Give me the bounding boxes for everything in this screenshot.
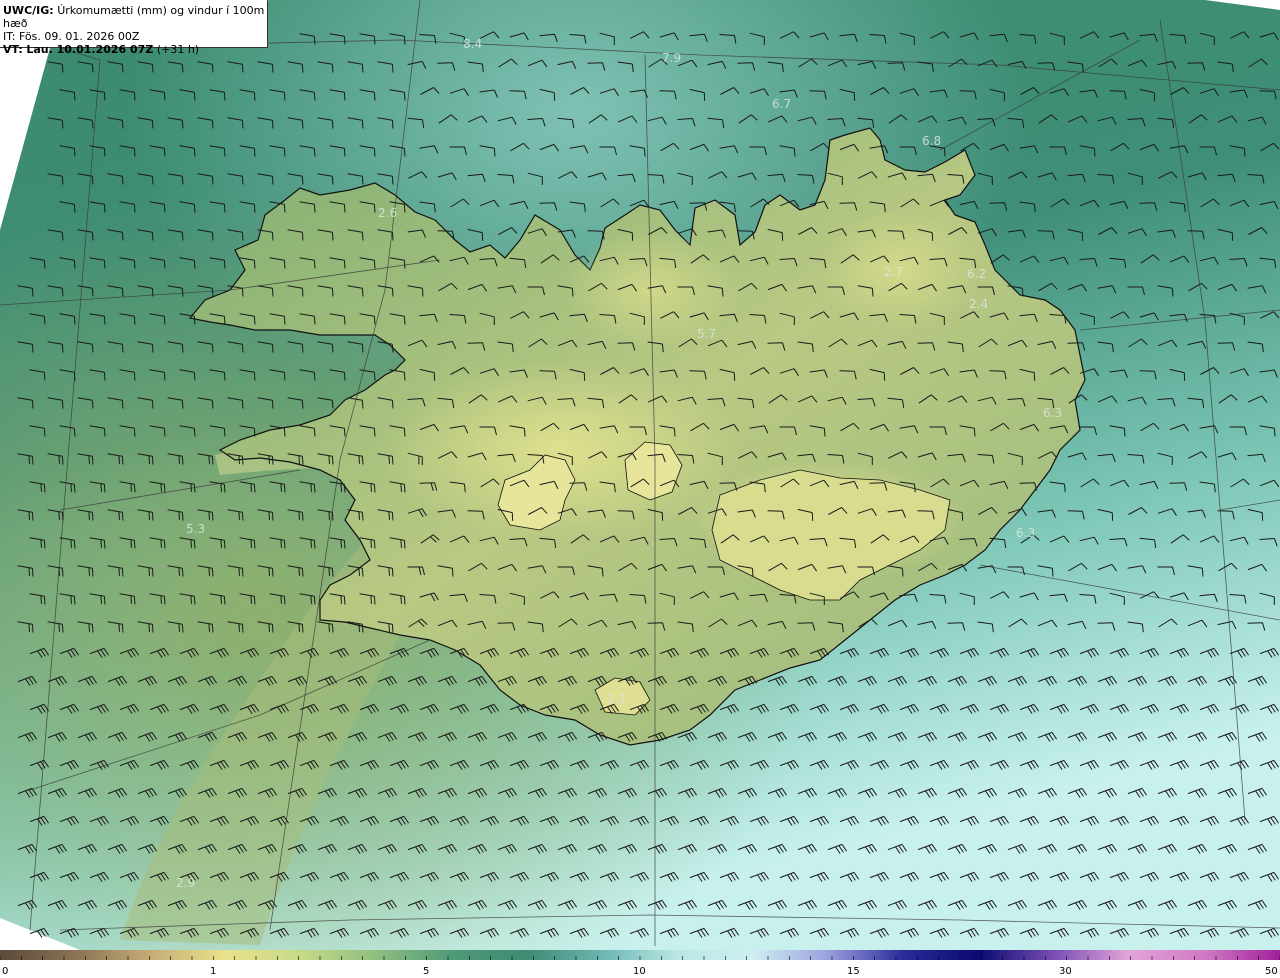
value-label: 6.3 xyxy=(1016,526,1035,540)
value-label: 5.7 xyxy=(697,327,716,341)
colorbar-tick: 0 xyxy=(2,966,8,977)
value-label: 6.7 xyxy=(772,97,791,111)
value-label: 6.2 xyxy=(967,267,986,281)
value-label: 6.3 xyxy=(1043,406,1062,420)
value-label: 2.6 xyxy=(378,206,397,220)
colorbar-tick: 15 xyxy=(847,966,860,977)
value-label: 6.8 xyxy=(922,134,941,148)
colorbar-tick: 1 xyxy=(210,966,216,977)
colorbar-tick: 30 xyxy=(1059,966,1072,977)
value-label: 2.1 xyxy=(607,692,626,706)
map-info-box: UWC/IG: Úrkomumætti (mm) og vindur í 100… xyxy=(0,0,268,56)
value-label: 2.9 xyxy=(176,876,195,890)
vt-label: VT: xyxy=(3,43,23,56)
value-label: 2.7 xyxy=(884,265,903,279)
forecast-offset: (+31 h) xyxy=(156,43,200,56)
value-label: 7.9 xyxy=(662,51,681,65)
precipitation-wind-map: 8.4 7.9 6.7 6.8 2.6 2.7 6.2 2.4 5.7 6.3 … xyxy=(0,0,1280,950)
value-label: 2.4 xyxy=(969,297,988,311)
initial-time: Fös. 09. 01. 2026 00Z xyxy=(18,30,140,43)
colorbar-tick: 10 xyxy=(633,966,646,977)
model-label: UWC/IG: xyxy=(3,4,54,17)
colorbar-tick: 50 xyxy=(1265,966,1278,977)
it-label: IT: xyxy=(3,30,16,43)
valid-time: Lau. 10.01.2026 07Z xyxy=(26,43,154,56)
value-label: 8.4 xyxy=(463,37,482,51)
colorbar: 0 1 5 10 15 30 50 xyxy=(0,950,1280,977)
value-label: 5.3 xyxy=(186,522,205,536)
colorbar-tick: 5 xyxy=(423,966,429,977)
